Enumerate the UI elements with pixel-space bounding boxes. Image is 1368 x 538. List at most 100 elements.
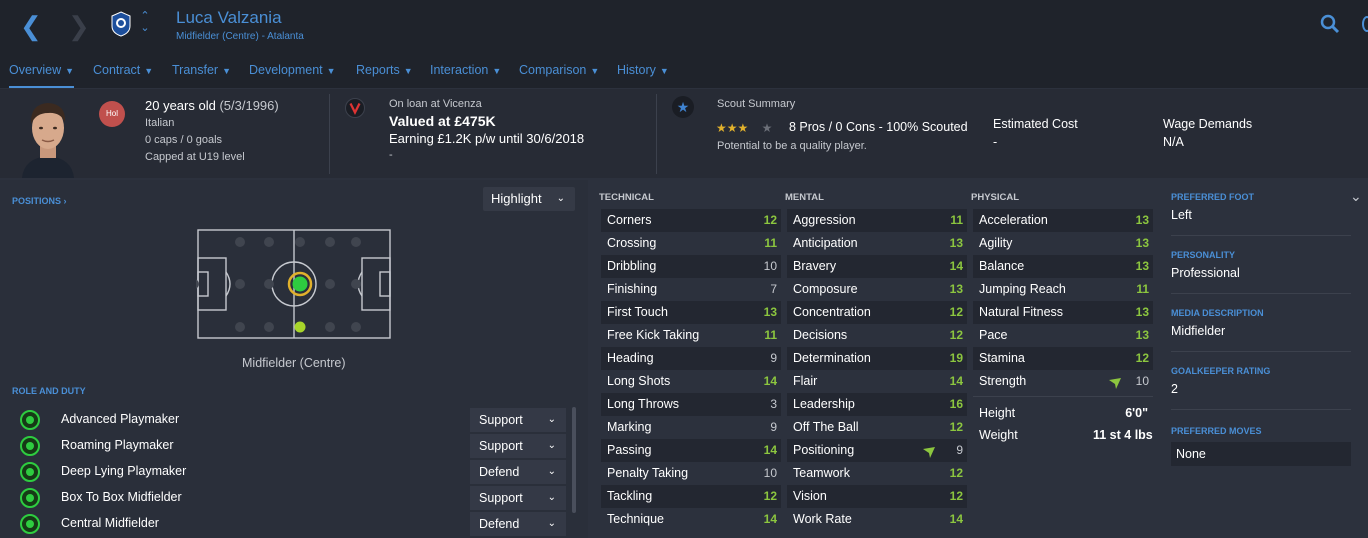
attribute-row[interactable]: Acceleration 13	[973, 209, 1153, 232]
star-rating: ★★★ ★	[716, 119, 772, 137]
attribute-row[interactable]: Natural Fitness 13	[973, 301, 1153, 324]
estimated-cost: -	[993, 135, 998, 149]
loan-club-icon[interactable]	[345, 98, 365, 118]
tab-comparison[interactable]: Comparison ▼	[519, 58, 599, 88]
attribute-value: 11	[764, 236, 777, 250]
role-suitability-icon	[20, 410, 40, 430]
attribute-row[interactable]: Balance 13	[973, 255, 1153, 278]
role-row[interactable]: Deep Lying Playmaker Defend ⌄	[16, 459, 571, 485]
divider	[1171, 235, 1351, 236]
attribute-row[interactable]: Long Throws 3	[601, 393, 781, 416]
attribute-row[interactable]: Teamwork 12	[787, 462, 967, 485]
duty-dropdown[interactable]: Support ⌄	[470, 434, 566, 458]
attribute-row[interactable]: Marking 9	[601, 416, 781, 439]
tab-history[interactable]: History ▼	[617, 58, 669, 88]
attribute-row[interactable]: Penalty Taking 10	[601, 462, 781, 485]
attribute-row[interactable]: Finishing 7	[601, 278, 781, 301]
star-filled-icon: ★	[716, 121, 727, 135]
scout-star-icon: ★	[672, 96, 694, 118]
attribute-row[interactable]: Work Rate 14	[787, 508, 967, 531]
back-arrow-icon[interactable]: ❮	[20, 12, 44, 40]
attribute-value: 14	[763, 443, 777, 457]
attribute-row[interactable]: Bravery 14	[787, 255, 967, 278]
attribute-row[interactable]: Composure 13	[787, 278, 967, 301]
attribute-row[interactable]: Off The Ball 12	[787, 416, 967, 439]
attribute-row[interactable]: Flair 14	[787, 370, 967, 393]
attribute-row[interactable]: Aggression 11	[787, 209, 967, 232]
attribute-name: Positioning	[793, 443, 855, 457]
tab-transfer[interactable]: Transfer ▼	[172, 58, 231, 88]
highlight-dropdown[interactable]: Highlight ⌄	[483, 187, 575, 211]
tab-contract[interactable]: Contract ▼	[93, 58, 153, 88]
attribute-value: 13	[949, 236, 963, 250]
attribute-value: 16	[949, 397, 963, 411]
attribute-row[interactable]: Heading 9	[601, 347, 781, 370]
attribute-row[interactable]: Pace 13	[973, 324, 1153, 347]
positions-title[interactable]: POSITIONS ›	[12, 196, 67, 206]
menu-icon[interactable]	[1362, 16, 1368, 32]
attribute-value: 14	[763, 374, 777, 388]
attribute-name: Pace	[979, 328, 1008, 342]
tab-overview[interactable]: Overview ▼	[9, 58, 75, 88]
technical-attributes: Corners 12 Crossing 11 Dribbling 10 Finishing 7…	[601, 209, 781, 531]
club-badge-icon[interactable]	[111, 11, 131, 37]
attribute-row[interactable]: Passing 14	[601, 439, 781, 462]
nation-badge[interactable]: Hol	[99, 101, 125, 127]
role-row[interactable]: Box To Box Midfielder Support ⌄	[16, 485, 571, 511]
tab-reports[interactable]: Reports ▼	[356, 58, 413, 88]
attribute-row[interactable]: Crossing 11	[601, 232, 781, 255]
role-row[interactable]: Central Midfielder Defend ⌄	[16, 511, 571, 537]
attribute-name: Heading	[607, 351, 654, 365]
tab-development[interactable]: Development ▼	[249, 58, 336, 88]
attribute-value: 13	[763, 305, 777, 319]
role-name: Central Midfielder	[61, 516, 159, 530]
attribute-name: Penalty Taking	[607, 466, 689, 480]
attribute-value: 9	[956, 443, 963, 457]
attribute-row[interactable]: Dribbling 10	[601, 255, 781, 278]
player-switch-icon[interactable]: ⌃ ⌄	[139, 10, 151, 34]
attribute-row[interactable]: Positioning 9	[787, 439, 967, 462]
role-row[interactable]: Advanced Playmaker Support ⌄	[16, 407, 571, 433]
duty-dropdown[interactable]: Support ⌄	[470, 486, 566, 510]
attribute-row[interactable]: First Touch 13	[601, 301, 781, 324]
attribute-name: Aggression	[793, 213, 856, 227]
duty-dropdown[interactable]: Defend ⌄	[470, 512, 566, 536]
attribute-row[interactable]: Leadership 16	[787, 393, 967, 416]
attribute-row[interactable]: Technique 14	[601, 508, 781, 531]
attribute-row[interactable]: Decisions 12	[787, 324, 967, 347]
attribute-row[interactable]: Corners 12	[601, 209, 781, 232]
attribute-value: 14	[763, 512, 777, 526]
attribute-value: 10	[763, 466, 777, 480]
attribute-row[interactable]: Agility 13	[973, 232, 1153, 255]
attribute-name: Stamina	[979, 351, 1025, 365]
chevron-down-icon[interactable]: ⌄	[1350, 188, 1362, 205]
search-icon[interactable]	[1320, 14, 1340, 34]
attribute-value: 12	[949, 420, 963, 434]
attribute-row[interactable]: Jumping Reach 11	[973, 278, 1153, 301]
wage-demands: N/A	[1163, 135, 1184, 149]
attribute-row[interactable]: Free Kick Taking 11	[601, 324, 781, 347]
duty-dropdown[interactable]: Support ⌄	[470, 408, 566, 432]
details-column: PREFERRED FOOT ⌄ Left PERSONALITY Profes…	[1164, 180, 1368, 538]
star-filled-icon: ★	[737, 121, 749, 135]
role-row[interactable]: Roaming Playmaker Support ⌄	[16, 433, 571, 459]
attribute-value: 13	[1135, 213, 1149, 227]
attribute-row[interactable]: Tackling 12	[601, 485, 781, 508]
duty-dropdown[interactable]: Defend ⌄	[470, 460, 566, 484]
attribute-row[interactable]: Vision 12	[787, 485, 967, 508]
attribute-row[interactable]: Strength 10	[973, 370, 1153, 393]
role-scrollbar[interactable]	[572, 407, 576, 513]
attribute-row[interactable]: Concentration 12	[787, 301, 967, 324]
role-suitability-icon	[20, 462, 40, 482]
tab-interaction[interactable]: Interaction ▼	[430, 58, 501, 88]
attribute-row[interactable]: Long Shots 14	[601, 370, 781, 393]
forward-arrow-icon[interactable]: ❯	[68, 12, 92, 40]
attribute-value: 11	[950, 213, 963, 227]
attribute-row[interactable]: Stamina 12	[973, 347, 1153, 370]
media-description: Midfielder	[1171, 324, 1226, 338]
attribute-name: Strength	[979, 374, 1027, 388]
attribute-row[interactable]: Anticipation 13	[787, 232, 967, 255]
attribute-row[interactable]: Determination 19	[787, 347, 967, 370]
star-empty-icon: ★	[761, 121, 773, 135]
attribute-name: Technique	[607, 512, 664, 526]
